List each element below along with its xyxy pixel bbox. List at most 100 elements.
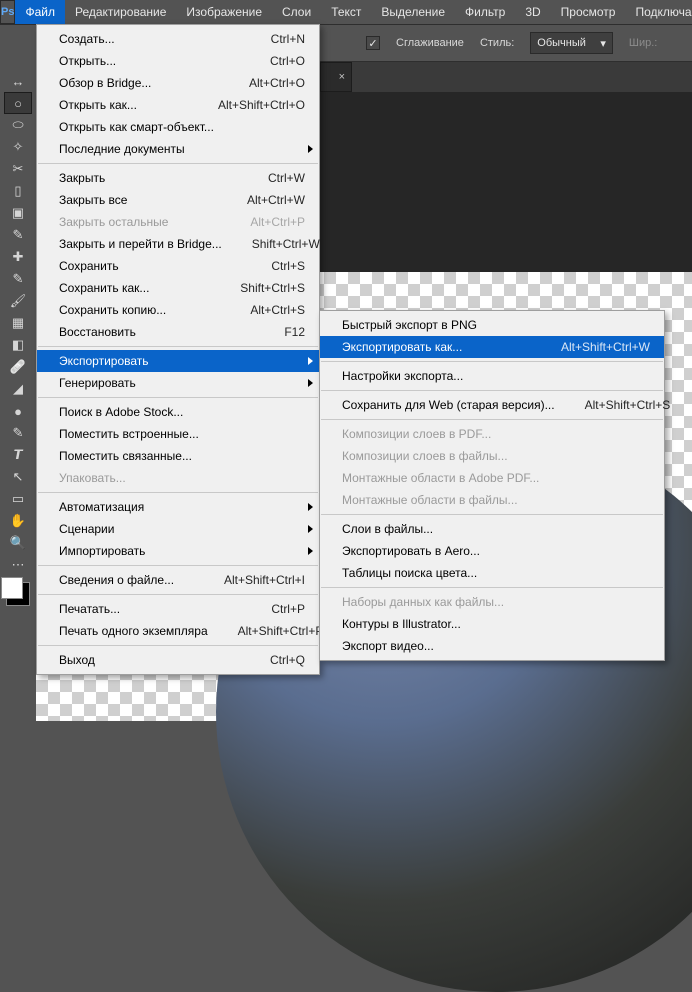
tool-button[interactable]: ✋	[4, 510, 32, 532]
menu-item-label: Сценарии	[59, 522, 305, 536]
menu-item[interactable]: Сохранить для Web (старая версия)...Alt+…	[320, 394, 664, 416]
close-icon[interactable]: ×	[339, 71, 345, 83]
tool-button[interactable]: ▦	[4, 312, 32, 334]
menu-item[interactable]: Печатать...Ctrl+P	[37, 598, 319, 620]
tool-button[interactable]: ▭	[4, 488, 32, 510]
document-tab[interactable]: ×	[320, 62, 352, 92]
menu-item[interactable]: Экспортировать как... Alt+Shift+Ctrl+W	[320, 336, 664, 358]
tool-button[interactable]: ⋯	[4, 554, 32, 576]
menu-item[interactable]: Поместить встроенные...	[37, 423, 319, 445]
menubar-item[interactable]: Просмотр	[551, 0, 626, 24]
menu-item[interactable]: Сохранить копию...Alt+Ctrl+S	[37, 299, 319, 321]
tool-button[interactable]: ✎	[4, 224, 32, 246]
menu-item[interactable]: Экспортировать	[37, 350, 319, 372]
menubar-item[interactable]: 3D	[515, 0, 550, 24]
menu-item: Упаковать...	[37, 467, 319, 489]
menu-item[interactable]: Печать одного экземпляраAlt+Shift+Ctrl+P	[37, 620, 319, 642]
submenu-arrow-icon	[308, 547, 313, 555]
menu-item[interactable]: Сценарии	[37, 518, 319, 540]
menubar-item[interactable]: Файл	[15, 0, 65, 24]
menu-separator	[321, 514, 663, 515]
menubar-item[interactable]: Фильтр	[455, 0, 515, 24]
menu-item-shortcut: Alt+Shift+Ctrl+I	[224, 573, 305, 587]
menu-item-label: Закрыть и перейти в Bridge...	[59, 237, 222, 251]
menu-item[interactable]: Открыть как смарт-объект...	[37, 116, 319, 138]
menu-item[interactable]: Контуры в Illustrator...	[320, 613, 664, 635]
menu-item[interactable]: Слои в файлы...	[320, 518, 664, 540]
menu-item-label: Последние документы	[59, 142, 305, 156]
tool-button[interactable]: ◢	[4, 378, 32, 400]
tool-button[interactable]: ●	[4, 400, 32, 422]
menu-item[interactable]: Таблицы поиска цвета...	[320, 562, 664, 584]
menu-item[interactable]: Поместить связанные...	[37, 445, 319, 467]
menu-item[interactable]: Сведения о файле...Alt+Shift+Ctrl+I	[37, 569, 319, 591]
tool-button[interactable]: ✎	[4, 422, 32, 444]
tool-button[interactable]: ○	[4, 92, 32, 114]
menu-item[interactable]: Автоматизация	[37, 496, 319, 518]
menu-item[interactable]: ЗакрытьCtrl+W	[37, 167, 319, 189]
menu-separator	[38, 594, 318, 595]
menu-item[interactable]: Импортировать	[37, 540, 319, 562]
tool-button[interactable]: ✎	[4, 268, 32, 290]
tool-button[interactable]: ⬭	[4, 114, 32, 136]
menu-item-label: Открыть как смарт-объект...	[59, 120, 305, 134]
tool-button[interactable]: ✧	[4, 136, 32, 158]
menu-item-shortcut: Alt+Shift+Ctrl+S	[585, 398, 671, 412]
menu-item[interactable]: Открыть...Ctrl+O	[37, 50, 319, 72]
tool-button[interactable]: ✚	[4, 246, 32, 268]
tool-button[interactable]: ▯	[4, 180, 32, 202]
style-label: Стиль:	[480, 37, 514, 49]
menu-item[interactable]: ВосстановитьF12	[37, 321, 319, 343]
menubar-item[interactable]: Выделение	[371, 0, 455, 24]
menu-item-label: Экспортировать как...	[342, 340, 531, 354]
menu-item-label: Экспортировать	[59, 354, 305, 368]
menu-item-shortcut: Alt+Shift+Ctrl+W	[561, 340, 650, 354]
menu-item-shortcut: Alt+Shift+Ctrl+O	[218, 98, 305, 112]
menu-item[interactable]: Обзор в Bridge...Alt+Ctrl+O	[37, 72, 319, 94]
left-tool-panel: ↔○⬭✧✂▯▣✎✚✎🖌▦◧🩹◢●✎𝙏↖▭✋🔍⋯	[0, 60, 36, 721]
menu-item[interactable]: Сохранить как...Shift+Ctrl+S	[37, 277, 319, 299]
tool-button[interactable]: ↔	[4, 70, 32, 92]
menubar-item[interactable]: Изображение	[176, 0, 272, 24]
menu-item-shortcut: Ctrl+S	[271, 259, 305, 273]
tool-button[interactable]: ◧	[4, 334, 32, 356]
menu-item-label: Закрыть остальные	[59, 215, 220, 229]
menu-item[interactable]: Экспорт видео...	[320, 635, 664, 657]
tool-button[interactable]: 🩹	[4, 356, 32, 378]
menu-item-shortcut: Alt+Ctrl+S	[250, 303, 305, 317]
menu-item-shortcut: Alt+Shift+Ctrl+P	[238, 624, 324, 638]
tool-button[interactable]: 𝙏	[4, 444, 32, 466]
menu-item-shortcut: Alt+Ctrl+W	[247, 193, 305, 207]
smoothing-label: Сглаживание	[396, 37, 464, 49]
tool-button[interactable]: ▣	[4, 202, 32, 224]
menu-item-label: Генерировать	[59, 376, 305, 390]
menu-item-label: Поиск в Adobe Stock...	[59, 405, 305, 419]
tool-button[interactable]: ✂	[4, 158, 32, 180]
menu-item[interactable]: Поиск в Adobe Stock...	[37, 401, 319, 423]
menu-item[interactable]: Быстрый экспорт в PNG	[320, 314, 664, 336]
menubar-item[interactable]: Слои	[272, 0, 321, 24]
menu-item-label: Создать...	[59, 32, 241, 46]
menubar-item[interactable]: Текст	[321, 0, 371, 24]
menubar-item[interactable]: Подключаемые модул	[625, 0, 692, 24]
tool-button[interactable]: 🔍	[4, 532, 32, 554]
menu-item[interactable]: Закрыть и перейти в Bridge...Shift+Ctrl+…	[37, 233, 319, 255]
tool-button[interactable]: 🖌	[4, 290, 32, 312]
menu-item[interactable]: Последние документы	[37, 138, 319, 160]
menu-item[interactable]: ВыходCtrl+Q	[37, 649, 319, 671]
menu-item[interactable]: Создать...Ctrl+N	[37, 28, 319, 50]
menu-item[interactable]: Генерировать	[37, 372, 319, 394]
menu-item-label: Сохранить как...	[59, 281, 210, 295]
menu-item[interactable]: Настройки экспорта...	[320, 365, 664, 387]
menu-item-shortcut: F12	[284, 325, 305, 339]
menu-item-label: Упаковать...	[59, 471, 305, 485]
menubar-item[interactable]: Редактирование	[65, 0, 176, 24]
style-select[interactable]: Обычный	[530, 32, 613, 54]
menu-item[interactable]: СохранитьCtrl+S	[37, 255, 319, 277]
smoothing-checkbox[interactable]: ✓	[366, 36, 380, 50]
menu-item[interactable]: Экспортировать в Aero...	[320, 540, 664, 562]
menu-item[interactable]: Закрыть всеAlt+Ctrl+W	[37, 189, 319, 211]
swatches[interactable]	[6, 582, 30, 606]
menu-item[interactable]: Открыть как...Alt+Shift+Ctrl+O	[37, 94, 319, 116]
tool-button[interactable]: ↖	[4, 466, 32, 488]
